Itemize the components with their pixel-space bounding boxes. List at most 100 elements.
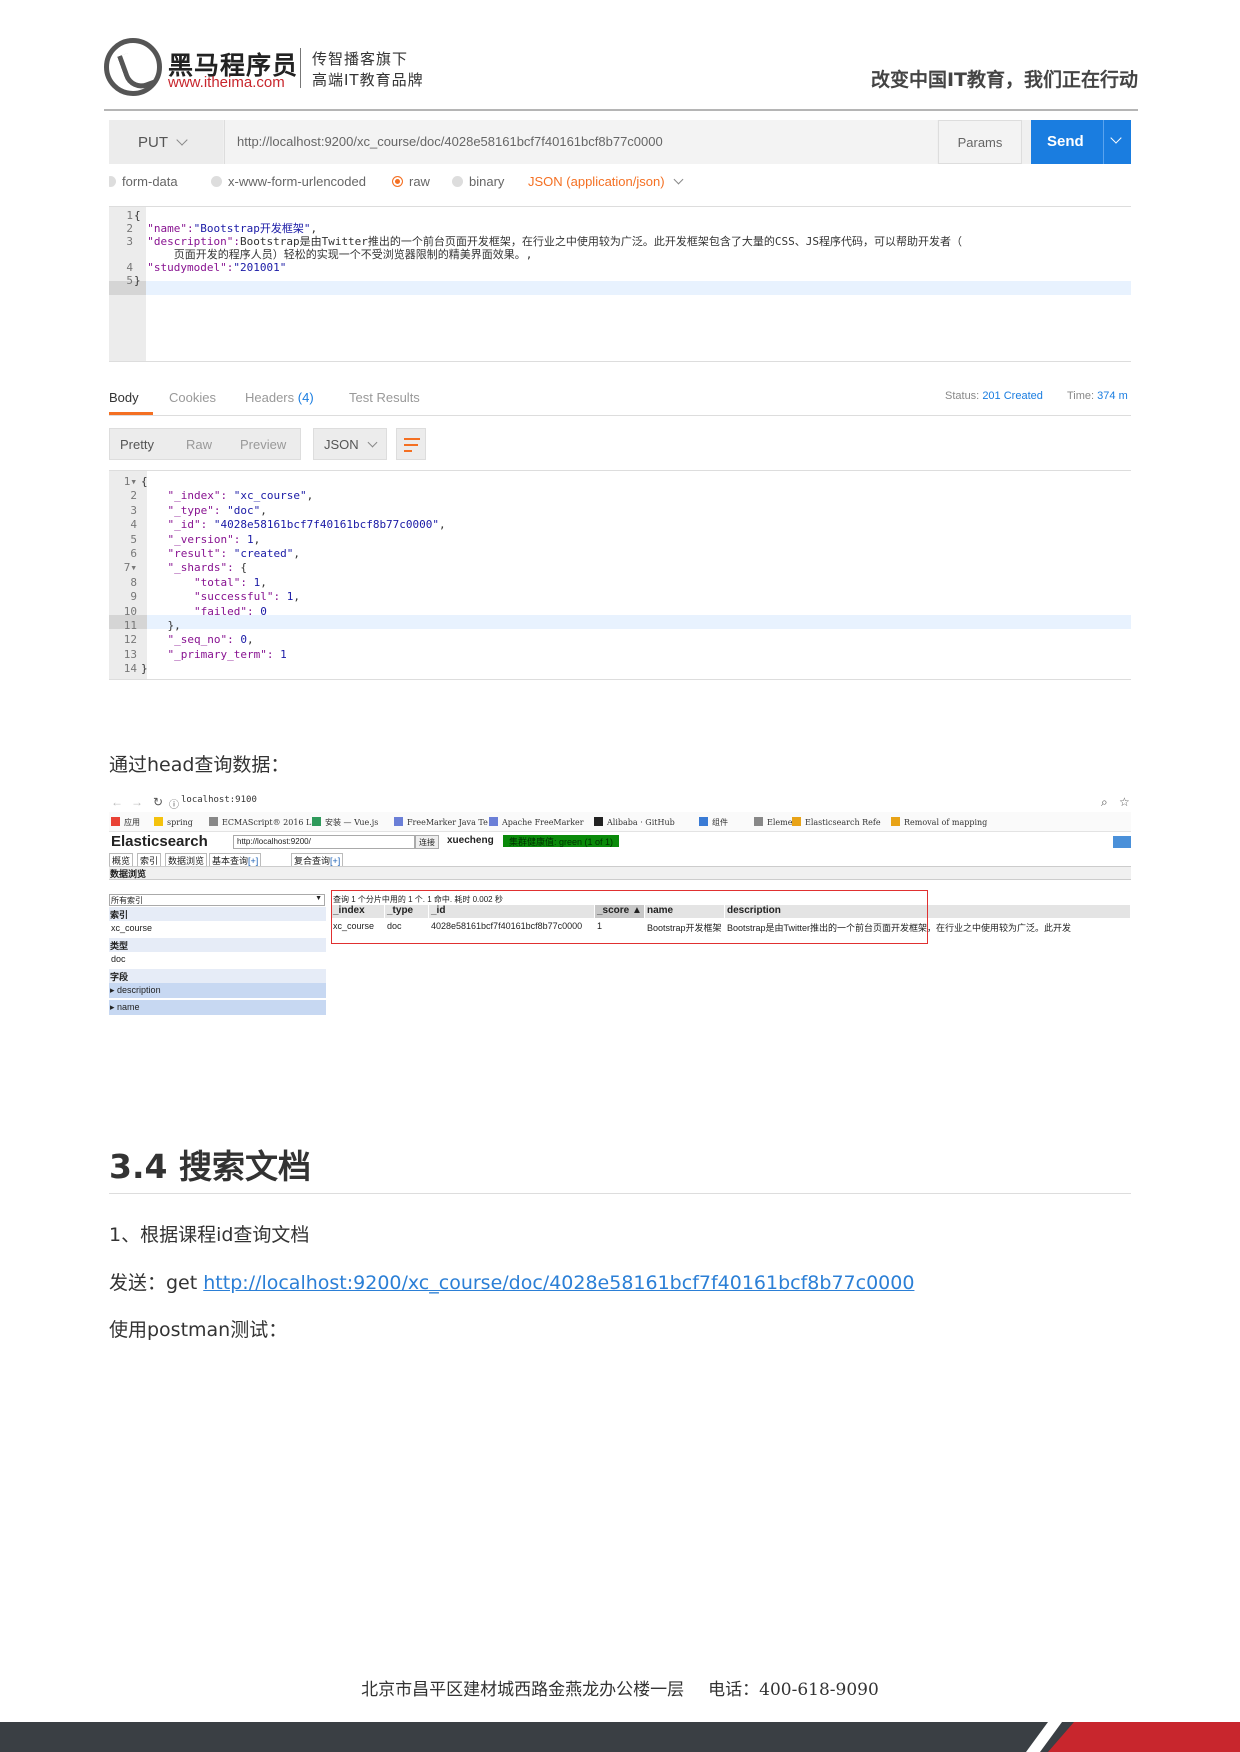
time-readout: Time: 374 m (1067, 390, 1128, 402)
bookmark-item[interactable]: FreeMarker Java Te (394, 817, 488, 827)
es-title: Elasticsearch (111, 833, 208, 850)
response-tabs: Body Cookies Headers (4) Test Results St… (109, 376, 1131, 416)
footer-address: 北京市昌平区建材城西路金燕龙办公楼一层 (361, 1680, 685, 1700)
line-number: 5 (126, 274, 133, 287)
line-number: 2 (130, 489, 137, 503)
view-raw[interactable]: Raw (186, 437, 212, 452)
tab-body[interactable]: Body (109, 390, 139, 405)
chevron-down-icon (367, 437, 378, 448)
tab-cookies[interactable]: Cookies (169, 390, 216, 405)
code-line: "_shards": { (167, 561, 247, 575)
code-line: "_seq_no": 0, (167, 633, 254, 647)
line-number: 3 (126, 235, 133, 248)
page-header: 黑马程序员 www.itheima.com 传智播客旗下 高端IT教育品牌 改变… (104, 38, 1138, 110)
active-line-highlight (147, 615, 1131, 629)
active-tab-underline (109, 412, 153, 415)
sidebar-index-header: 索引 (109, 907, 326, 921)
content-type-label: JSON (application/json) (528, 174, 665, 189)
sidebar-type-value[interactable]: doc (109, 952, 326, 968)
bookmark-label: spring (167, 818, 193, 827)
bookmark-item[interactable]: 组件 (699, 817, 728, 828)
bookmark-icon (209, 817, 218, 826)
radio-label: binary (469, 174, 505, 189)
bookmark-item[interactable]: ECMAScript® 2016 L (209, 817, 311, 827)
connect-url-input[interactable]: http://localhost:9200/ (233, 835, 415, 849)
sidebar-field-name[interactable]: ▸ name (109, 1000, 326, 1015)
cluster-name: xuecheng (447, 835, 494, 846)
bookmark-icon (312, 817, 321, 826)
tab-headers[interactable]: Headers (4) (245, 390, 314, 405)
browser-sidebar: 所有索引 索引 xc_course 类型 doc 字段 ▸ descriptio… (109, 894, 326, 1028)
back-icon[interactable]: ← (111, 795, 123, 809)
field-label: name (117, 1002, 140, 1012)
radio-binary[interactable]: binary (452, 174, 504, 189)
bookmark-icon (154, 817, 163, 826)
info-button[interactable] (1113, 836, 1131, 848)
url-input[interactable]: http://localhost:9200/xc_course/doc/4028… (224, 120, 937, 164)
line-number: 10 (123, 604, 137, 618)
view-preview[interactable]: Preview (240, 437, 286, 452)
bookmark-item[interactable]: 应用 (111, 817, 140, 828)
code-line: "description":Bootstrap是由Twitter推出的一个前台页… (147, 235, 963, 248)
tab-label: 复合查询 (294, 856, 331, 866)
bookmark-item[interactable]: Elasticsearch Refe (792, 817, 881, 827)
wrap-lines-icon[interactable] (396, 428, 426, 460)
bookmark-label: ECMAScript® 2016 L (222, 818, 312, 827)
code-line: "_index": "xc_course", (167, 489, 314, 503)
request-url-link[interactable]: http://localhost:9200/xc_course/doc/4028… (203, 1272, 914, 1294)
bookmark-item[interactable]: Apache FreeMarker (489, 817, 584, 827)
tab-basic-query[interactable]: 基本查询[+] (209, 853, 262, 867)
star-icon[interactable]: ☆ (1119, 795, 1130, 809)
code-line: } (134, 274, 141, 287)
code-line: "failed": 0 (193, 604, 267, 618)
bookmark-item[interactable]: Alibaba · GitHub (594, 817, 675, 827)
index-select[interactable]: 所有索引 (109, 894, 325, 906)
bookmark-label: Apache FreeMarker (502, 818, 584, 827)
code-line: 页面开发的程序人员）轻松的实现一个不受浏览器限制的精美界面效果。, (134, 248, 533, 261)
bookmark-item[interactable]: Removal of mapping (891, 817, 987, 827)
tab-overview[interactable]: 概览 (109, 853, 134, 867)
sidebar-field-description[interactable]: ▸ description (109, 983, 326, 998)
section-heading: 3.4 搜索文档 (109, 1147, 311, 1186)
radio-urlencoded[interactable]: x-www-form-urlencoded (211, 174, 366, 189)
code-line: "_primary_term": 1 (167, 647, 287, 661)
tab-compound-query[interactable]: 复合查询[+] (291, 853, 344, 867)
sidebar-index-value[interactable]: xc_course (109, 921, 326, 937)
line-number: 9 (130, 590, 137, 604)
tab-indices[interactable]: 索引 (137, 853, 162, 867)
send-dropdown-icon[interactable] (1103, 120, 1131, 164)
forward-icon[interactable]: → (131, 795, 143, 809)
bookmark-item[interactable]: 安装 — Vue.js (312, 817, 378, 828)
address-url[interactable]: localhost:9100 (181, 795, 257, 805)
format-select[interactable]: JSON (313, 428, 387, 460)
bookmark-item[interactable]: spring (154, 817, 193, 827)
send-button[interactable]: Send (1031, 120, 1131, 164)
params-button[interactable]: Params (938, 120, 1022, 164)
line-number: 12 (123, 633, 137, 647)
highlight-box (331, 890, 928, 944)
bookmark-label: FreeMarker Java Te (407, 818, 488, 827)
code-line: "studymodel":"201001" (147, 261, 287, 274)
logo-url: www.itheima.com (168, 74, 285, 91)
connect-button[interactable]: 连接 (415, 835, 439, 849)
radio-icon (452, 176, 463, 187)
code-line: { (134, 209, 141, 222)
content-type-select[interactable]: JSON (application/json) (528, 174, 684, 189)
field-label: description (117, 985, 161, 995)
method-select[interactable]: PUT (109, 120, 223, 164)
radio-raw[interactable]: raw (392, 174, 430, 189)
zoom-icon[interactable]: ⌕ (1101, 795, 1108, 810)
view-pretty[interactable]: Pretty (120, 437, 154, 452)
tab-test-results[interactable]: Test Results (349, 390, 420, 405)
tab-browser[interactable]: 数据浏览 (165, 853, 208, 867)
reload-icon[interactable]: ↻ (153, 795, 163, 809)
line-number: 3 (130, 503, 137, 517)
radio-icon (211, 176, 222, 187)
info-icon: ⓘ (169, 800, 179, 811)
request-body-editor[interactable]: 1{2 "name":"Bootstrap开发框架", 3 "descriptio… (109, 206, 1131, 362)
radio-label: form-data (122, 174, 178, 189)
radio-form-data[interactable]: form-data (109, 174, 178, 189)
status-value: 201 Created (982, 390, 1043, 402)
chevron-down-icon (673, 174, 684, 185)
browser-title: 数据浏览 (109, 866, 1131, 880)
